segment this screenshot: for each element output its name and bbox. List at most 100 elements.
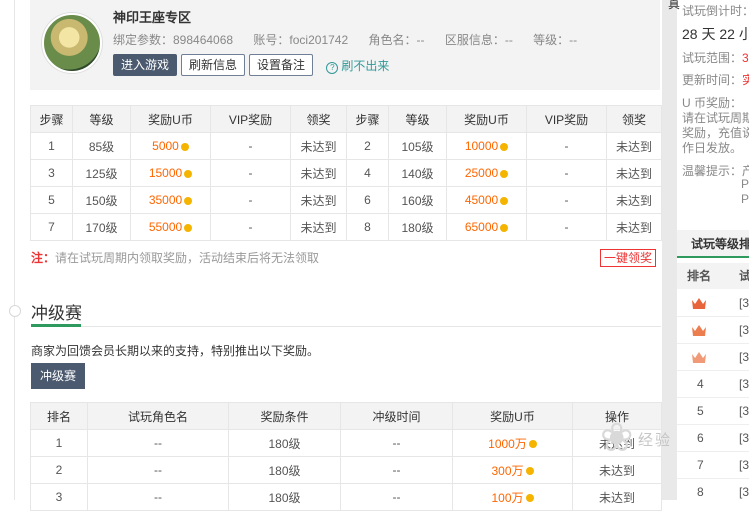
coin-icon — [180, 142, 189, 151]
coin-amount: 300万 — [491, 463, 524, 478]
coin-amount: 55000 — [148, 220, 183, 234]
rush-rank-table: 排名 试玩角色名 奖励条件 冲级时间 奖励U币 操作 1 -- 180级 -- … — [30, 402, 662, 511]
table-cell: 150级 — [72, 186, 131, 214]
profile-info-row: 绑定参数：898464068 账号：foci201742 角色名：-- 区服信息… — [113, 31, 653, 48]
coin-amount: 100万 — [491, 490, 524, 505]
header-cell: 冲级时间 — [340, 402, 453, 430]
table-row: 5 150级 35000 - 未达到 6 160级 45000 - 未达到 — [30, 186, 662, 214]
gold-crown-icon — [692, 298, 706, 309]
table-row: 3 125级 15000 - 未达到 4 140级 25000 - 未达到 — [30, 159, 662, 187]
header-cell: VIP奖励 — [210, 105, 291, 133]
level-rank-heading: 试玩等级排 — [677, 230, 749, 258]
claim-all-button[interactable]: 一键领奖 — [600, 249, 657, 267]
table-cell: 6 — [346, 186, 389, 214]
table-cell: -- — [340, 483, 453, 511]
table-cell: 3 — [30, 159, 73, 187]
refresh-info-button[interactable]: 刷新信息 — [181, 54, 246, 76]
coin-cell: 5000 — [130, 132, 211, 160]
coin-icon — [525, 494, 534, 503]
name-col: 试 — [739, 269, 749, 283]
coin-icon — [528, 440, 537, 449]
rank-player-name: [3 — [739, 323, 749, 337]
update-time-value: 实 — [742, 73, 749, 87]
watermark-text: 经验 — [638, 432, 673, 449]
edge-text: 真 — [668, 0, 681, 11]
claim-status: 未达到 — [290, 132, 347, 160]
table-cell: 170级 — [72, 213, 131, 241]
coin-cell: 100万 — [452, 483, 573, 511]
level-reward-table: 步骤 等级 奖励U币 VIP奖励 领奖 步骤 等级 奖励U币 VIP奖励 领奖 … — [30, 105, 662, 241]
coin-icon — [500, 196, 509, 205]
paw-watermark-icon: ❀ — [600, 416, 634, 460]
coin-cell: 1000万 — [452, 429, 573, 457]
table-cell: - — [526, 213, 607, 241]
rush-section-title: 冲级赛 — [31, 304, 82, 323]
header-cell: 等级 — [72, 105, 131, 133]
refresh-help-link[interactable]: ? 刷不出来 — [326, 57, 389, 74]
rush-tab-button[interactable]: 冲级赛 — [31, 363, 86, 389]
reward-note: 注：请在试玩周期内领取奖励，活动结束后将无法领取 — [31, 249, 319, 266]
update-time-label: 更新时间： — [682, 73, 743, 87]
level-info: 等级：-- — [533, 33, 578, 47]
table-cell: 85级 — [72, 132, 131, 160]
coin-cell: 15000 — [130, 159, 211, 187]
table-cell: - — [210, 132, 291, 160]
coin-cell: 55000 — [130, 213, 211, 241]
coin-cell: 35000 — [130, 186, 211, 214]
coin-amount: 35000 — [148, 193, 183, 207]
rank-row: [3 — [677, 344, 749, 371]
coin-cell: 10000 — [446, 132, 527, 160]
table-cell: 1 — [30, 132, 73, 160]
coin-amount: 5000 — [152, 139, 179, 153]
coin-icon — [184, 223, 193, 232]
rank-player-name: [3 — [739, 350, 749, 364]
coin-icon — [500, 169, 509, 178]
coin-icon — [500, 142, 509, 151]
help-text: 刷不出来 — [341, 58, 390, 73]
table-cell: -- — [87, 429, 229, 457]
table-cell: 7 — [30, 213, 73, 241]
coin-icon — [184, 196, 193, 205]
rank-number: 8 — [697, 485, 704, 499]
bind-param: 绑定参数：898464068 — [113, 33, 234, 47]
update-time: 更新时间：实 — [682, 71, 749, 88]
header-cell: 奖励条件 — [228, 402, 341, 430]
tips-line-2: P — [741, 192, 749, 206]
section-title-underline — [31, 324, 81, 327]
silver-crown-icon — [692, 325, 706, 336]
table-cell: 125级 — [72, 159, 131, 187]
table-cell: -- — [87, 456, 229, 484]
table-cell: - — [526, 132, 607, 160]
header-cell: 领奖 — [606, 105, 662, 133]
table-cell: - — [526, 159, 607, 187]
countdown-value: 28 天 22 小 — [682, 26, 749, 42]
table-row: 2 -- 180级 -- 300万 未达到 — [30, 456, 662, 484]
timeline-dot — [9, 305, 21, 317]
header-cell: 奖励U币 — [130, 105, 211, 133]
set-note-button[interactable]: 设置备注 — [249, 54, 314, 76]
table-cell: -- — [340, 456, 453, 484]
coin-icon — [500, 223, 509, 232]
coin-icon — [525, 467, 534, 476]
table-cell: 140级 — [388, 159, 447, 187]
coin-amount: 1000万 — [488, 436, 527, 451]
action-status: 未达到 — [572, 483, 662, 511]
header-cell: 试玩角色名 — [87, 402, 229, 430]
table-cell: 160级 — [388, 186, 447, 214]
table-cell: 180级 — [228, 483, 341, 511]
region-info: 区服信息：-- — [444, 33, 513, 47]
table-cell: 8 — [346, 213, 389, 241]
enter-game-button[interactable]: 进入游戏 — [113, 54, 178, 76]
table-cell: 105级 — [388, 132, 447, 160]
rank-row: 8 [3 — [677, 479, 749, 500]
table-cell: -- — [340, 429, 453, 457]
table-cell: 5 — [30, 186, 73, 214]
header-cell: 奖励U币 — [446, 105, 527, 133]
coin-amount: 65000 — [464, 220, 499, 234]
watermark: ❀ 经验 — [600, 415, 745, 475]
table-cell: - — [210, 213, 291, 241]
rank-row: [3 — [677, 317, 749, 344]
table-cell: 1 — [30, 429, 88, 457]
rank-col: 排名 — [687, 269, 712, 283]
account: 账号：foci201742 — [253, 33, 349, 47]
